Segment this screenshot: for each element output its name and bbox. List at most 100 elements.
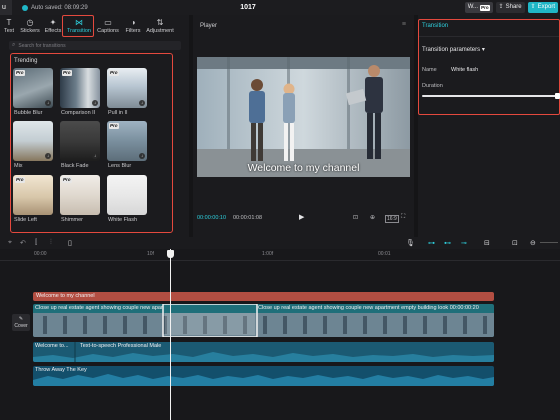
project-name[interactable]: 1017 (233, 0, 263, 15)
undo-icon[interactable]: ↶ (20, 239, 26, 247)
pro-badge: Pro (109, 123, 119, 129)
delete-icon[interactable]: ▯ (68, 239, 72, 247)
player-title: Player (200, 23, 218, 29)
quality-icon[interactable]: ⊡ (353, 214, 358, 221)
video-clip-a-label: Close up real estate agent showing coupl… (35, 305, 163, 311)
playhead[interactable] (170, 249, 171, 420)
microphone-icon[interactable]: 🎙 (406, 239, 415, 247)
total-time: 00:00:01:08 (233, 215, 263, 221)
tab-stickers[interactable]: ◷ Stickers (18, 15, 42, 37)
captions-icon: ▭ (104, 18, 112, 27)
pro-badge: Pro (15, 70, 25, 76)
share-label: Share (505, 4, 522, 10)
tab-text[interactable]: T Text (0, 15, 18, 37)
transition-label: Mix (14, 163, 23, 169)
autosave-text: Auto saved: 08:09:29 (31, 4, 88, 11)
tab-label: Stickers (20, 28, 40, 34)
tab-adjustment[interactable]: ⇅ Adjustment (144, 15, 176, 37)
section-heading: Trending (14, 58, 38, 64)
tab-effects[interactable]: ✦ Effects (42, 15, 64, 37)
zoom-slider[interactable] (540, 242, 558, 243)
transition-label: Shimmer (61, 217, 84, 223)
transition-thumb-slide-left[interactable]: Pro (13, 175, 53, 215)
select-tool-icon[interactable]: ⌖ (8, 239, 12, 247)
preview-axis-icon[interactable]: ⊸ (461, 239, 467, 247)
transition-label: Comparison II (61, 110, 96, 116)
transition-parameters-header[interactable]: Transition parameters ▾ (422, 46, 485, 53)
transition-thumb-shimmer[interactable]: Pro (60, 175, 100, 215)
ruler-label: 00:00 (34, 251, 47, 257)
cover-label: Cover (14, 323, 28, 329)
name-value: White flash (451, 67, 479, 73)
playhead-handle[interactable] (167, 250, 174, 258)
search-icon: ⌕ (12, 42, 16, 48)
download-icon: ↓ (45, 153, 51, 159)
caption-layout-icon[interactable]: ⊟ (484, 239, 490, 247)
crop-icon[interactable]: ⊕ (370, 214, 375, 221)
download-icon: ↓ (92, 153, 98, 159)
tab-captions[interactable]: ▭ Captions (94, 15, 122, 37)
zoom-out-icon[interactable]: ⊖ (530, 239, 536, 247)
tab-label: Filters (125, 28, 141, 34)
cover-button[interactable]: ✎ Cover (12, 314, 30, 331)
ruler-label: 1:00f (262, 251, 274, 257)
transition-thumb-lens-blur[interactable]: Pro ↓ (107, 121, 147, 161)
title-bar: u Auto saved: 08:09:29 1017 W... Pro ⇪ S… (0, 0, 560, 15)
name-label: Name (422, 67, 437, 73)
chevron-down-icon: ▾ (481, 47, 485, 53)
transition-thumb-bubble-blur[interactable]: Pro ↓ (13, 68, 53, 108)
link-icon[interactable]: ⊷ (444, 239, 451, 247)
download-icon: ↓ (139, 100, 145, 106)
ratio-button[interactable]: 16:9 (385, 215, 399, 223)
tab-transition[interactable]: ⋈ Transition (64, 15, 94, 37)
video-preview[interactable]: Welcome to my channel (197, 57, 410, 177)
split-icon[interactable]: ⫿ (35, 239, 37, 247)
music-track[interactable]: Throw Away The Key (33, 366, 494, 386)
duration-label: Duration (422, 83, 443, 89)
share-button[interactable]: ⇪ Share (495, 2, 525, 13)
tab-label: Effects (44, 28, 62, 34)
tts-clip-a-label: Welcome to... (35, 343, 69, 349)
tts-track[interactable]: Welcome to... Text-to-speech Professiona… (33, 342, 494, 362)
video-caption: Welcome to my channel (247, 162, 360, 174)
transition-thumb-mix[interactable]: ↓ (13, 121, 53, 161)
export-button[interactable]: ⇧ Export (527, 2, 558, 13)
transition-label: Lens Blur (108, 163, 132, 169)
text-clip[interactable]: Welcome to my channel (33, 292, 494, 301)
sticker-icon: ◷ (26, 18, 34, 27)
transition-thumb-white-flash[interactable] (107, 175, 147, 215)
fullscreen-icon[interactable]: ⛶ (401, 214, 405, 221)
cloud-sync-icon (22, 4, 28, 11)
tab-label: Transition (67, 28, 91, 34)
search-input[interactable]: ⌕ Search for transitions (9, 41, 181, 50)
transition-thumb-comparison-ii[interactable]: Pro ↓ (60, 68, 100, 108)
zoom-fit-icon[interactable]: ⊡ (512, 239, 518, 247)
download-icon: ↓ (139, 153, 145, 159)
tool-tabs: T Text ◷ Stickers ✦ Effects ⋈ Transition… (0, 15, 189, 37)
video-track: Close up real estate agent showing coupl… (33, 304, 494, 337)
app-menu-button[interactable]: u (0, 0, 12, 15)
ruler-label: 10f (147, 251, 154, 257)
split-left-icon[interactable]: ⫶ (50, 239, 52, 247)
ruler-baseline (0, 260, 560, 261)
transition-thumb-pull-in-ii[interactable]: Pro ↓ (107, 68, 147, 108)
transition-label: White Flash (108, 217, 138, 223)
text-icon: T (6, 18, 12, 27)
duration-slider-fill (422, 93, 560, 99)
duration-slider[interactable] (422, 93, 560, 99)
inspector-tab-transition[interactable]: Transition (422, 23, 448, 29)
tab-filters[interactable]: ◑ Filters (122, 15, 144, 37)
edit-icon: ✎ (18, 316, 24, 322)
transition-label: Slide Left (14, 217, 37, 223)
duration-slider-handle[interactable] (555, 93, 560, 99)
player-menu-icon[interactable]: ≡ (402, 21, 406, 28)
magnet-icon[interactable]: ⊶ (428, 239, 435, 247)
tab-label: Text (3, 28, 15, 34)
transition-browser: Trending Pro ↓ Bubble Blur Pro ↓ Compari… (10, 53, 173, 233)
play-button[interactable]: ▶ (299, 213, 304, 221)
effects-icon: ✦ (49, 18, 57, 27)
video-clip-b-label: Close up real estate agent showing coupl… (258, 305, 479, 311)
workspace-button[interactable]: W... Pro (464, 2, 493, 13)
transition-label: Pull in II (108, 110, 128, 116)
transition-thumb-black-fade[interactable]: ↓ (60, 121, 100, 161)
